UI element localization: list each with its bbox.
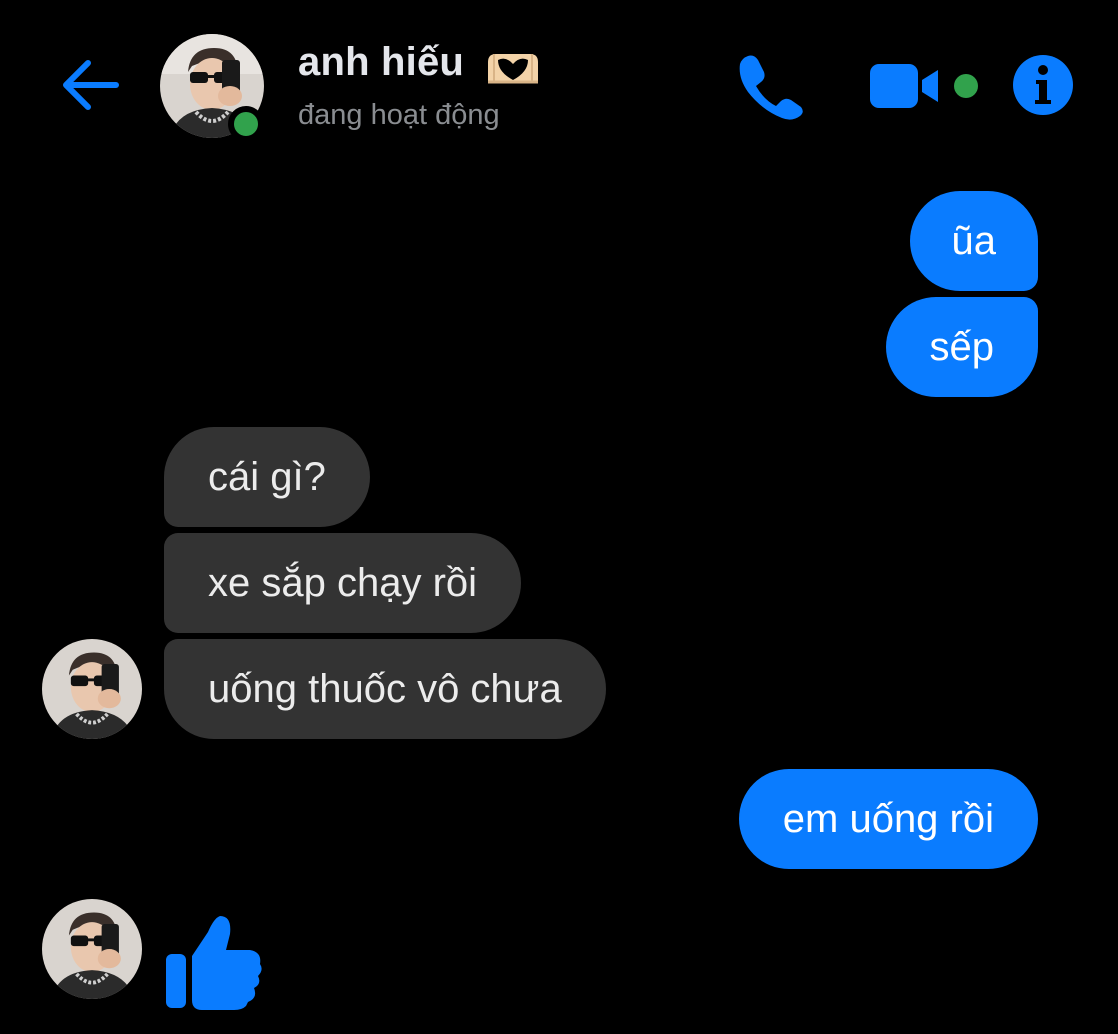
back-button[interactable] [58, 52, 122, 116]
video-call-button[interactable] [866, 58, 982, 114]
phone-icon [739, 55, 803, 120]
arrow-left-icon [63, 60, 119, 110]
incoming-message[interactable]: uống thuốc vô chưa [164, 639, 606, 739]
heart-hands-emoji [484, 48, 542, 88]
info-icon [1013, 55, 1073, 115]
voice-call-button[interactable] [734, 52, 806, 120]
active-status: đang hoạt động [298, 99, 500, 131]
outgoing-message[interactable]: ũa [909, 191, 1038, 291]
incoming-message[interactable]: xe sắp chạy rồi [164, 533, 522, 633]
conversation-info-button[interactable] [1012, 54, 1074, 116]
contact-name[interactable]: anh hiếu [298, 40, 464, 85]
thumbs-up-icon[interactable] [162, 912, 266, 1012]
video-camera-icon [870, 64, 978, 108]
outgoing-message[interactable]: em uống rồi [738, 769, 1038, 869]
incoming-message[interactable]: cái gì? [164, 427, 370, 527]
outgoing-message[interactable]: sếp [885, 297, 1038, 397]
avatar-photo [42, 899, 142, 999]
online-status-dot [228, 106, 264, 142]
contact-message-avatar[interactable] [42, 899, 142, 999]
contact-message-avatar[interactable] [42, 639, 142, 739]
avatar-photo [42, 639, 142, 739]
